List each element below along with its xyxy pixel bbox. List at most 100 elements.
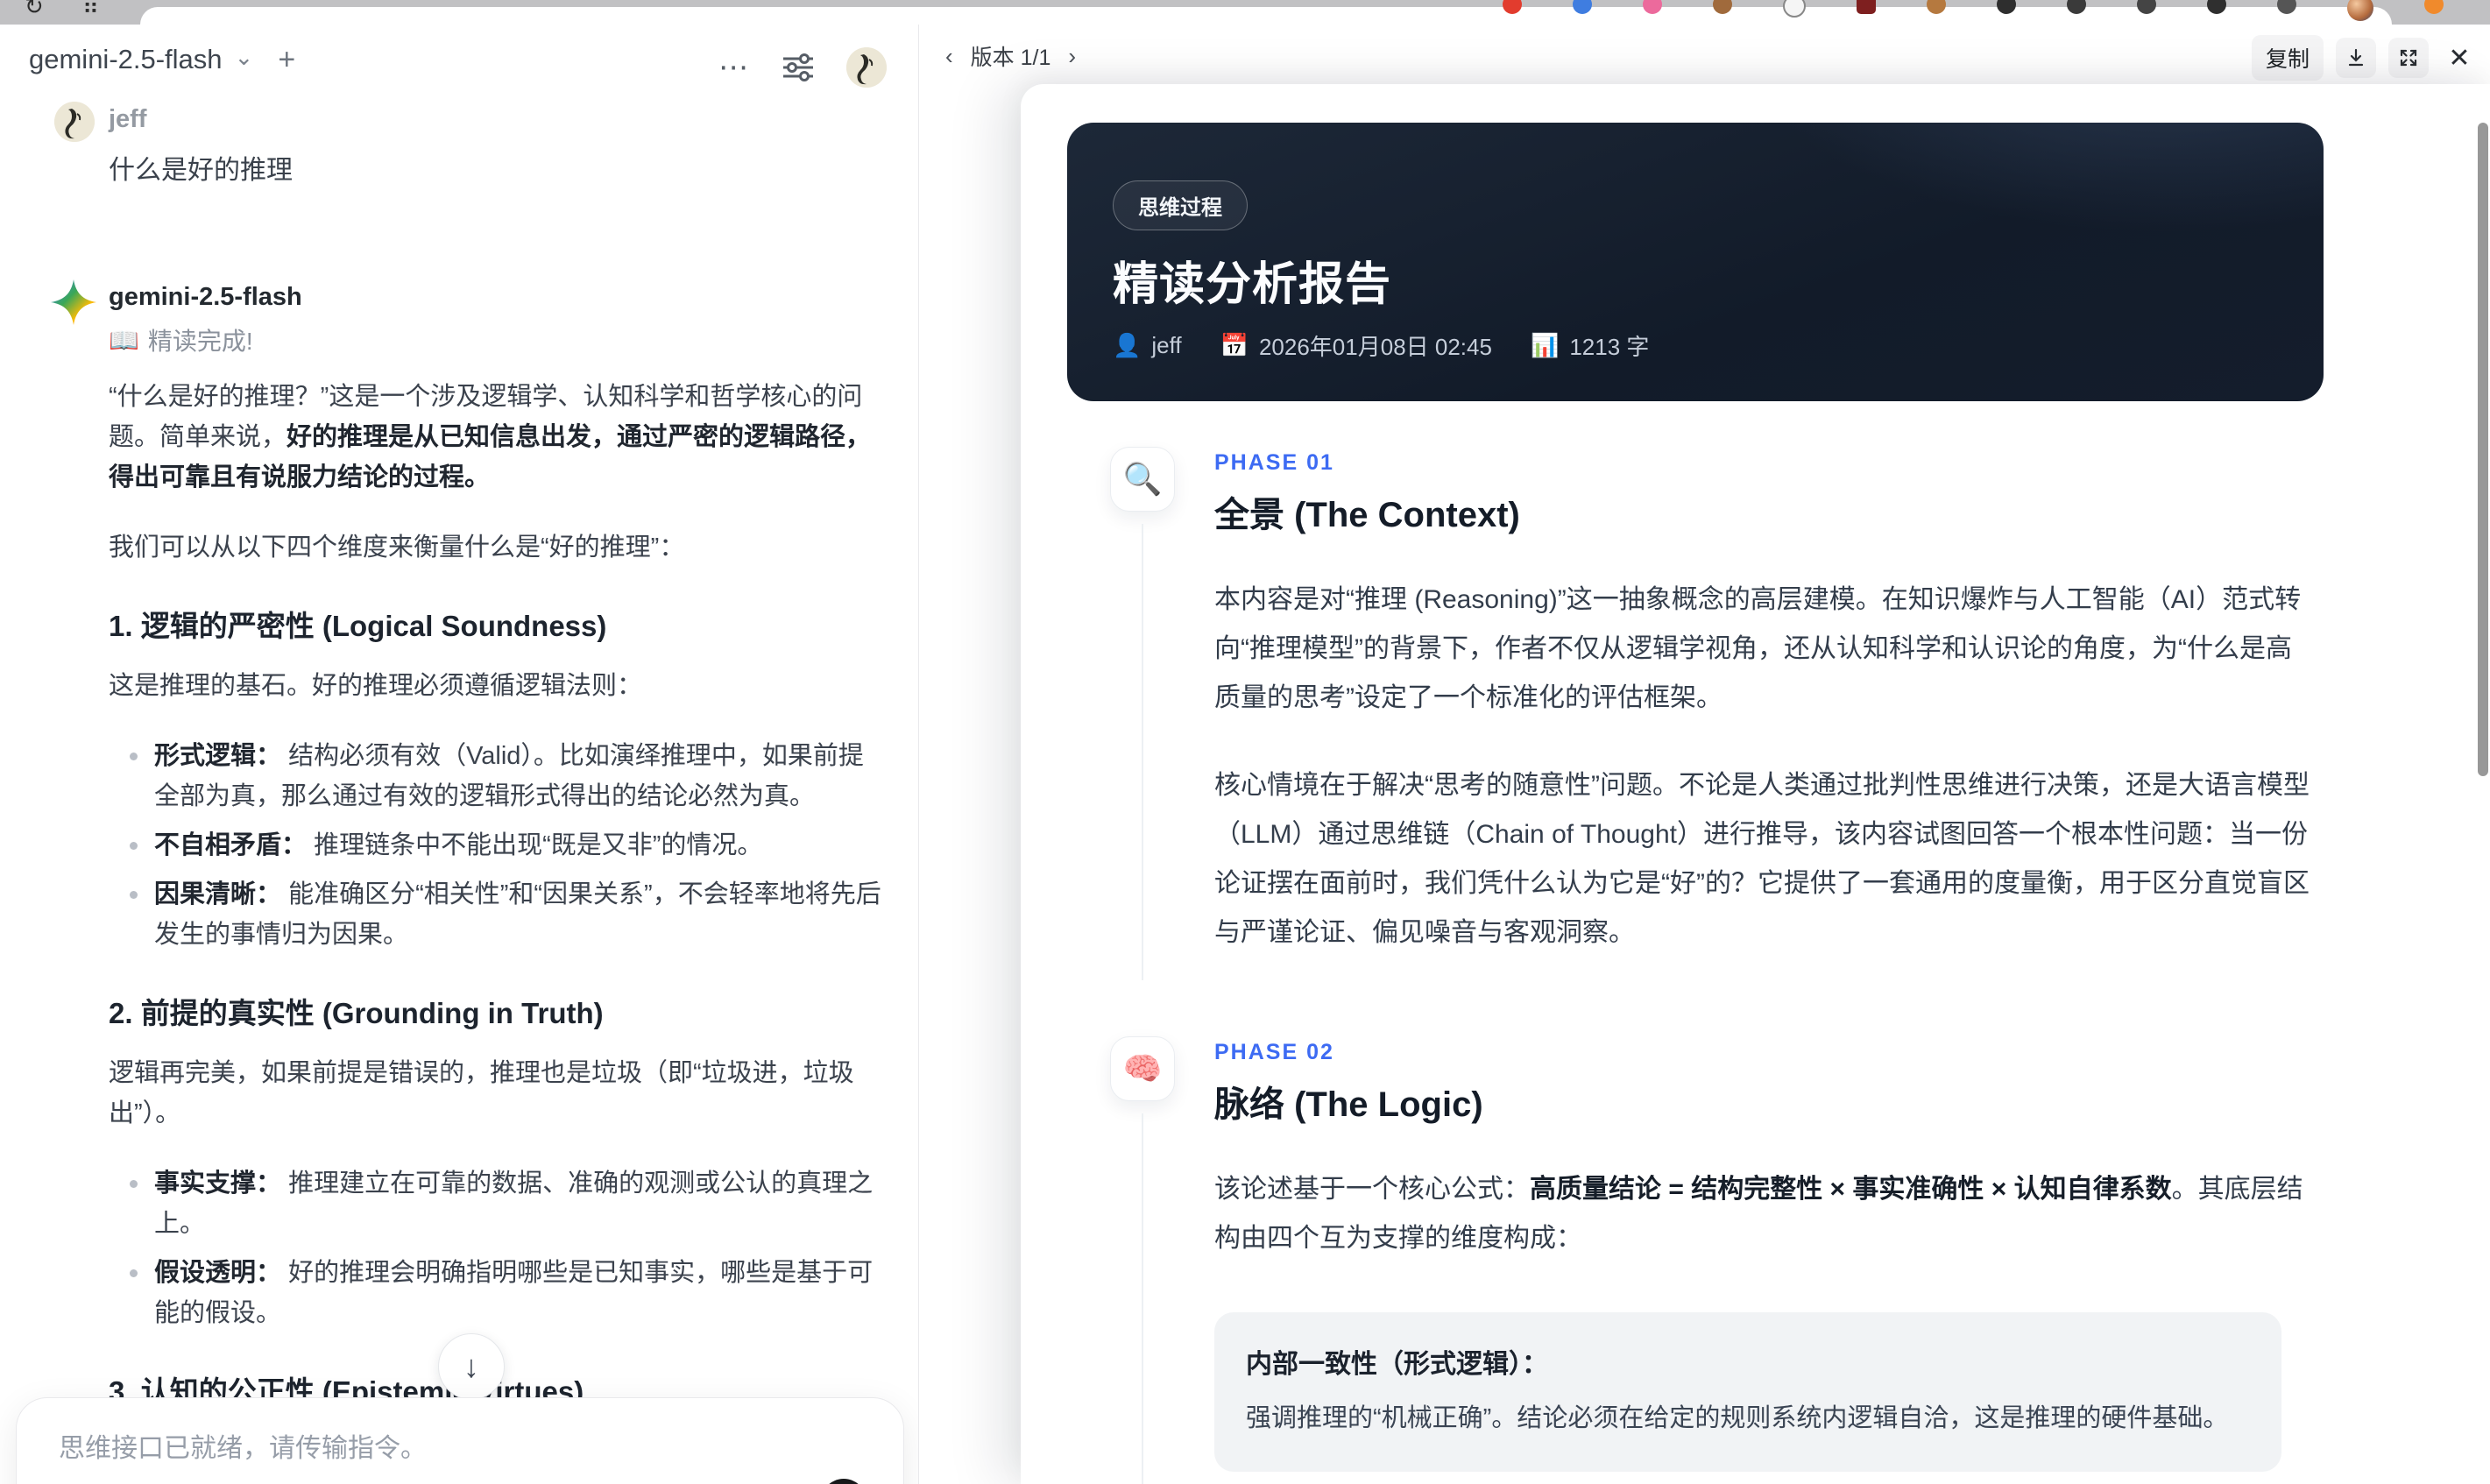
bullet-list: 形式逻辑： 结构必须有效（Valid）。比如演绎推理中，如果前提全部为真，那么通… <box>109 736 883 955</box>
dimension-title: 内部一致性（形式逻辑）： <box>1246 1350 1548 1379</box>
lead-paragraph: 我们可以从以下四个维度来衡量什么是“好的推理”： <box>109 534 685 562</box>
phase-section: 🧠 PHASE 02 脉络 (The Logic) 该论述基于一个核心公式：高质… <box>1067 1036 2325 1484</box>
download-button[interactable] <box>2336 38 2376 78</box>
gemini-logo-icon <box>51 279 96 325</box>
settings-sliders-icon[interactable] <box>782 53 815 82</box>
bullet-icon <box>130 891 138 899</box>
chevron-down-icon[interactable]: ⌄ <box>235 44 254 71</box>
section-intro: 逻辑再完美，如果前提是错误的，推理也是垃圾（即“垃圾进，垃圾出”）。 <box>109 1059 854 1127</box>
expand-button[interactable] <box>2388 38 2429 78</box>
status-text: 精读完成! <box>147 328 253 355</box>
open-book-icon: 📖 <box>109 326 139 354</box>
wordcount-meta: 📊 1213 字 <box>1531 329 1649 362</box>
list-item: 事实支撑： 推理建立在可靠的数据、准确的观测或公认的真理之上。 <box>109 1163 883 1244</box>
report-area: ‹ 版本 1/1 › 复制 ✕ 思维过程 精读分析报告 👤 jeff 📅 202… <box>919 25 2490 1484</box>
phase-title: 全景 (The Context) <box>1214 496 1520 534</box>
user-avatar[interactable] <box>846 47 887 88</box>
assistant-message: gemini-2.5-flash 📖 精读完成! “什么是好的推理？”这是一个涉… <box>0 271 918 1484</box>
model-title[interactable]: gemini-2.5-flash <box>29 44 223 75</box>
bullet-icon <box>130 753 138 760</box>
list-item: 假设透明： 好的推理会明确指明哪些是已知事实，哪些是基于可能的假设。 <box>109 1253 883 1333</box>
phase-section: 🔍 PHASE 01 全景 (The Context) 本内容是对“推理 (Re… <box>1067 447 2325 980</box>
profile-avatar-icon[interactable] <box>2347 0 2373 21</box>
extension-icon[interactable] <box>1783 0 1806 18</box>
section-heading: 1. 逻辑的严密性 (Logical Soundness) <box>109 610 607 642</box>
phase-icon-column: 🔍 <box>1110 447 1175 980</box>
version-prev-button[interactable]: ‹ <box>942 43 957 70</box>
chat-input[interactable] <box>57 1433 831 1465</box>
menubar-icon[interactable] <box>2067 0 2086 14</box>
extension-icon[interactable] <box>1503 0 1522 14</box>
assistant-name: gemini-2.5-flash <box>109 283 302 311</box>
extension-icon[interactable] <box>1927 0 1946 14</box>
extension-icon[interactable] <box>1573 0 1592 14</box>
menubar-icon[interactable] <box>2137 0 2156 14</box>
report-panel: 思维过程 精读分析报告 👤 jeff 📅 2026年01月08日 02:45 📊 <box>1021 84 2490 1484</box>
author-name: jeff <box>1151 332 1182 358</box>
arrow-down-icon: ↓ <box>463 1348 479 1384</box>
phase-icon-column: 🧠 <box>1110 1036 1175 1484</box>
formula-paragraph: 该论述基于一个核心公式：高质量结论 = 结构完整性 × 事实准确性 × 认知自律… <box>1214 1175 2303 1253</box>
voice-input-button[interactable] <box>821 1479 867 1484</box>
intro-paragraph: “什么是好的推理？”这是一个涉及逻辑学、认知科学和哲学核心的问题。简单来说，好的… <box>109 383 872 491</box>
screen: ↻ ⠿ gemini-2.5-flash ⌄ + ⋯ jeff 什么是好的推理 … <box>0 0 2490 1484</box>
version-label: 版本 1/1 <box>970 46 1051 70</box>
timeline-connector <box>1142 524 1143 980</box>
bullet-list: 事实支撑： 推理建立在可靠的数据、准确的观测或公认的真理之上。 假设透明： 好的… <box>109 1163 883 1333</box>
user-message-text: 什么是好的推理 <box>109 156 293 185</box>
menubar-icon[interactable] <box>2424 0 2444 14</box>
report-date: 2026年01月08日 02:45 <box>1258 334 1492 360</box>
expand-icon <box>2400 49 2417 67</box>
brain-icon: 🧠 <box>1110 1036 1175 1101</box>
more-menu-icon[interactable]: ⋯ <box>718 52 750 82</box>
report-actions: 复制 ✕ <box>2251 35 2478 81</box>
reload-icon[interactable]: ↻ <box>25 0 44 20</box>
author-meta: 👤 jeff <box>1113 332 1182 359</box>
user-name: jeff <box>109 105 147 133</box>
scroll-to-bottom-button[interactable]: ↓ <box>438 1333 505 1400</box>
version-navigator: ‹ 版本 1/1 › <box>942 40 1079 72</box>
toolbar-extension-icons <box>1503 0 2444 21</box>
chat-header: gemini-2.5-flash ⌄ + ⋯ <box>0 25 918 93</box>
person-icon: 👤 <box>1113 332 1142 358</box>
copy-button[interactable]: 复制 <box>2251 35 2324 81</box>
extension-icon[interactable] <box>1713 0 1732 14</box>
assistant-markdown: “什么是好的推理？”这是一个涉及逻辑学、认知科学和哲学核心的问题。简单来说，好的… <box>109 377 883 1484</box>
extension-icon[interactable] <box>1857 0 1876 14</box>
date-meta: 📅 2026年01月08日 02:45 <box>1220 329 1492 362</box>
list-item: 不自相矛盾： 推理链条中不能出现“既是又非”的情况。 <box>109 825 883 866</box>
new-chat-button[interactable]: + <box>278 45 295 74</box>
list-item: 形式逻辑： 结构必须有效（Valid）。比如演绎推理中，如果前提全部为真，那么通… <box>109 736 883 816</box>
download-icon <box>2348 48 2364 67</box>
report-hero-card: 思维过程 精读分析报告 👤 jeff 📅 2026年01月08日 02:45 📊 <box>1067 123 2324 401</box>
version-next-button[interactable]: › <box>1065 43 1079 70</box>
list-item: 因果清晰： 能准确区分“相关性”和“因果关系”，不会轻率地将先后发生的事情归为因… <box>109 874 883 955</box>
bullet-icon <box>130 1180 138 1188</box>
section-heading: 2. 前提的真实性 (Grounding in Truth) <box>109 997 604 1029</box>
phase-label: PHASE 02 <box>1214 1040 1334 1064</box>
dimension-body: 强调推理的“机械正确”。结论必须在给定的规则系统内逻辑自洽，这是推理的硬件基础。 <box>1246 1404 2229 1432</box>
menubar-icon[interactable] <box>1997 0 2016 14</box>
chat-panel: gemini-2.5-flash ⌄ + ⋯ jeff 什么是好的推理 gemi… <box>0 25 919 1484</box>
phase-paragraph: 本内容是对“推理 (Reasoning)”这一抽象概念的高层建模。在知识爆炸与人… <box>1214 585 2302 712</box>
timeline-connector <box>1142 1113 1143 1484</box>
calendar-icon: 📅 <box>1220 332 1249 358</box>
bar-chart-icon: 📊 <box>1530 332 1560 358</box>
phase-paragraph: 核心情境在于解决“思考的随意性”问题。不论是人类通过批判性思维进行决策，还是大语… <box>1214 771 2310 947</box>
report-scrollbar[interactable] <box>2478 123 2488 776</box>
close-button[interactable]: ✕ <box>2441 39 2478 76</box>
phase-label: PHASE 01 <box>1214 450 1334 475</box>
menubar-icon[interactable] <box>2277 0 2296 14</box>
message-list: jeff 什么是好的推理 gemini-2.5-flash 📖 精读完成! “什… <box>0 93 918 1484</box>
user-message: jeff 什么是好的推理 <box>0 93 918 187</box>
apps-grid-icon[interactable]: ⠿ <box>82 0 99 20</box>
thinking-process-badge: 思维过程 <box>1113 180 1248 230</box>
report-meta: 👤 jeff 📅 2026年01月08日 02:45 📊 1213 字 <box>1113 329 1649 362</box>
phase-title: 脉络 (The Logic) <box>1214 1085 1483 1124</box>
assistant-status: 📖 精读完成! <box>109 322 879 357</box>
message-composer: + <box>16 1397 904 1484</box>
menubar-icon[interactable] <box>2207 0 2226 14</box>
browser-toolbar: ↻ ⠿ <box>0 0 2490 25</box>
extension-icon[interactable] <box>1643 0 1662 14</box>
word-count: 1213 字 <box>1569 334 1650 360</box>
